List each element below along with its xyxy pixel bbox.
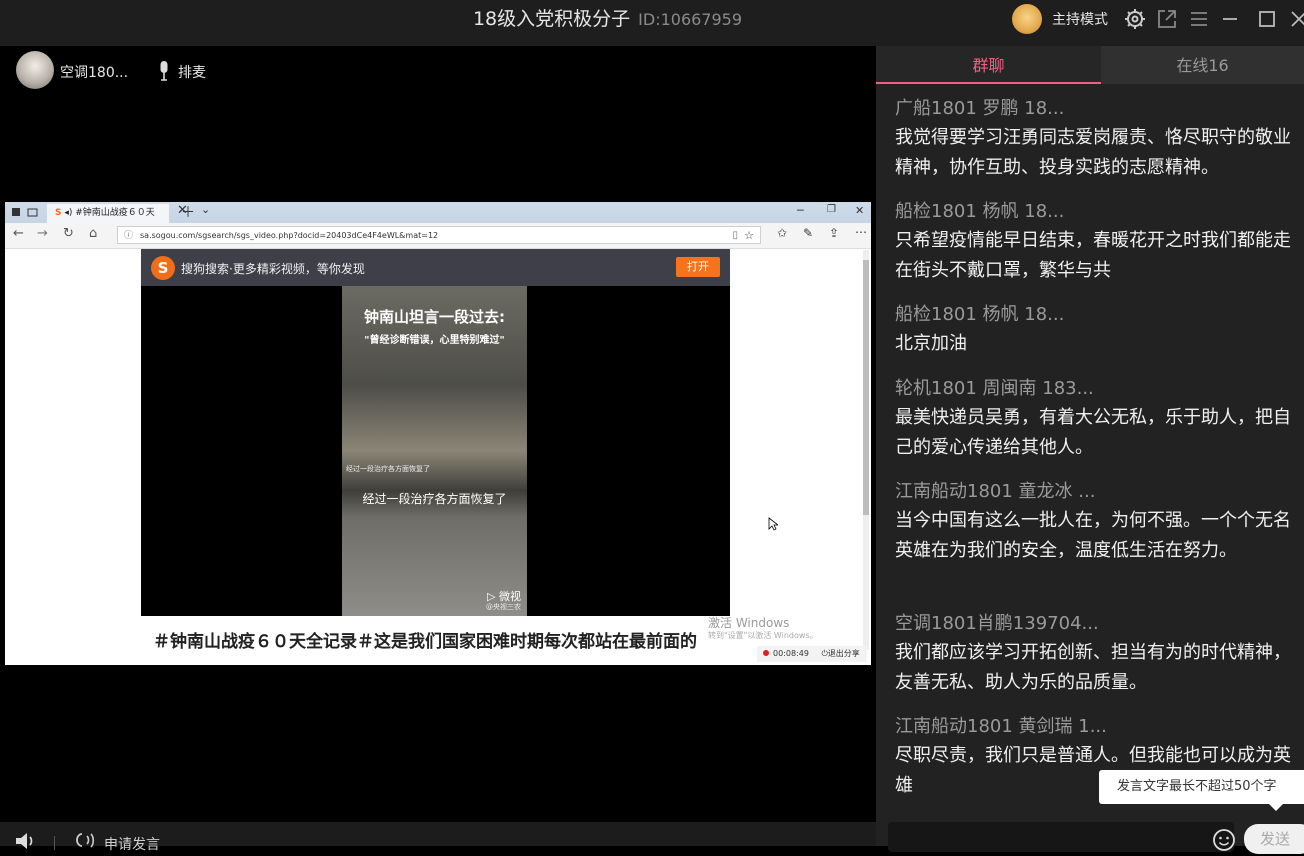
chat-sender: 船检1801 杨帆 18... — [895, 201, 1065, 222]
sogou-tab-icon: S — [55, 208, 62, 218]
chat-sender: 江南船动1801 童龙冰 ... — [895, 481, 1096, 502]
message-length-tooltip: 发言文字最长不超过50个字 — [1099, 770, 1304, 811]
sogou-banner-text: 搜狗搜索·更多精彩视频，等你发现 — [181, 262, 365, 276]
chat-sender: 广船1801 罗鹏 18... — [895, 98, 1065, 119]
send-button[interactable]: 发送 — [1244, 824, 1304, 854]
apply-speak-button[interactable]: 申请发言 — [104, 834, 160, 854]
sogou-logo-icon: S — [151, 256, 175, 280]
article-title[interactable]: ＃钟南山战疫６０天全记录＃这是我们国家困难时期每次都站在最前面的 — [153, 629, 723, 655]
close-icon[interactable] — [1286, 6, 1304, 32]
audio-icon: ◂) — [64, 208, 73, 218]
chat-text: 我觉得要学习汪勇同志爱岗履责、恪尽职守的敬业精神，协作互助、投身实践的志愿精神。 — [895, 127, 1291, 178]
chat-message: 船检1801 杨帆 18... 只希望疫情能早日结束，春暖花开之时我们都能走在街… — [895, 199, 1299, 286]
home-icon[interactable]: ⌂ — [89, 226, 97, 241]
window-minimize-icon[interactable]: ─ — [797, 204, 804, 217]
chat-input[interactable] — [888, 822, 1234, 852]
host-avatar[interactable] — [1012, 4, 1042, 34]
menu-icon[interactable] — [1186, 6, 1212, 32]
emoji-icon[interactable] — [1212, 828, 1236, 852]
host-mode-label[interactable]: 主持模式 — [1052, 9, 1108, 29]
chat-message: 空调1801肖鹏139704... 我们都应该学习开拓创新、担当有为的时代精神，… — [895, 611, 1299, 698]
gear-icon[interactable] — [1122, 6, 1148, 32]
apply-speak-icon[interactable] — [74, 832, 98, 850]
room-id: ID:10667959 — [638, 10, 743, 29]
tab-online[interactable]: 在线16 — [1101, 46, 1304, 84]
room-name: 18级入党积极分子 — [472, 8, 631, 30]
browser-toolbar: ← → ↻ ⌂ ⓘ sa.sogou.com/sgsearch/sgs_vide… — [5, 223, 871, 249]
url-text: sa.sogou.com/sgsearch/sgs_video.php?doci… — [140, 231, 439, 240]
sogou-banner: S 搜狗搜索·更多精彩视频，等你发现 打开 — [141, 249, 730, 286]
shared-screen: S ◂) #钟南山战疫６０天 ✕ ＋ ⌄ ─ ❐ ✕ ← → ↻ ⌂ ⓘ sa.… — [5, 202, 871, 665]
window-close-icon[interactable]: ✕ — [855, 204, 864, 217]
reading-view-icon[interactable]: ▯ — [732, 227, 738, 245]
chat-message: 广船1801 罗鹏 18... 我觉得要学习汪勇同志爱岗履责、恪尽职守的敬业精神… — [895, 96, 1299, 183]
video-subtitle: "曾经诊断错误，心里特别难过" — [364, 335, 505, 346]
exit-share-label: 退出分享 — [827, 649, 860, 658]
activate-windows-subtext: 转到"设置"以激活 Windows。 — [708, 631, 818, 640]
new-tab-icon[interactable]: ＋ — [181, 202, 195, 222]
video-watermark-sub: @央视三农 — [486, 603, 521, 611]
speaker-avatar[interactable] — [16, 51, 54, 89]
volume-icon[interactable] — [14, 832, 38, 850]
forward-icon[interactable]: → — [37, 226, 48, 241]
chat-message-list[interactable]: 广船1801 罗鹏 18... 我觉得要学习汪勇同志爱岗履责、恪尽职守的敬业精神… — [876, 84, 1304, 824]
recording-dot-icon — [763, 650, 769, 656]
video-caption: 经过一段治疗各方面恢复了 — [362, 492, 507, 506]
chat-text: 当今中国有这么一批人在，为何不强。一个个无名英雄在为我们的安全，温度低生活在努力… — [895, 510, 1291, 561]
chat-text: 北京加油 — [895, 333, 967, 354]
title-bar: 18级入党积极分子 ID:10667959 主持模式 — [0, 0, 1304, 46]
popout-icon[interactable] — [1154, 6, 1180, 32]
mouse-cursor-icon — [768, 516, 780, 531]
video-title: 钟南山坦言一段过去: — [364, 308, 505, 326]
share-icon[interactable]: ⇪ — [829, 226, 839, 240]
exit-share-button[interactable]: ⏻退出分享 — [821, 649, 859, 658]
mic-icon[interactable] — [156, 60, 172, 82]
maximize-icon[interactable] — [1254, 6, 1280, 32]
speaker-name: 空调180... — [60, 65, 129, 81]
open-app-button[interactable]: 打开 — [676, 257, 720, 277]
browser-tab-strip: S ◂) #钟南山战疫６０天 ✕ ＋ ⌄ ─ ❐ ✕ — [5, 202, 871, 223]
chat-sender: 空调1801肖鹏139704... — [895, 613, 1099, 634]
chat-sender: 江南船动1801 黄剑瑞 1... — [895, 716, 1107, 737]
favorite-star-icon[interactable]: ☆ — [744, 227, 754, 245]
favorites-icon[interactable]: ✩ — [777, 226, 787, 240]
video-small-caption: 经过一段治疗各方面恢复了 — [346, 465, 430, 473]
back-icon[interactable]: ← — [13, 226, 24, 241]
page-scrollbar[interactable] — [863, 250, 869, 650]
chat-message: 船检1801 杨帆 18... 北京加油 — [895, 302, 1299, 359]
chat-text: 最美快递员吴勇，有着大公无私，乐于助人，把自己的爱心传递给其他人。 — [895, 407, 1291, 458]
refresh-icon[interactable]: ↻ — [63, 226, 74, 241]
info-icon: ⓘ — [124, 231, 134, 241]
queue-label[interactable]: 排麦 — [178, 62, 206, 82]
chat-text: 我们都应该学习开拓创新、担当有为的时代精神，友善无私、助人为乐的品质量。 — [895, 642, 1291, 693]
video-frame: 钟南山坦言一段过去: "曾经诊断错误，心里特别难过" 经过一段治疗各方面恢复了 … — [342, 286, 527, 616]
minimize-icon[interactable] — [1217, 6, 1243, 32]
browser-tab[interactable]: S ◂) #钟南山战疫６０天 — [47, 204, 169, 223]
tab-group-chat[interactable]: 群聊 — [876, 46, 1101, 84]
chat-message: 江南船动1801 童龙冰 ... 当今中国有这么一批人在，为何不强。一个个无名英… — [895, 479, 1299, 566]
chevron-down-icon[interactable]: ⌄ — [201, 203, 210, 216]
record-time: 00:08:49 — [773, 649, 809, 658]
chat-text: 只希望疫情能早日结束，春暖花开之时我们都能走在街头不戴口罩，繁华与共 — [895, 230, 1291, 281]
address-bar[interactable]: ⓘ sa.sogou.com/sgsearch/sgs_video.php?do… — [117, 226, 761, 244]
chat-message: 轮机1801 周闽南 183... 最美快递员吴勇，有着大公无私，乐于助人，把自… — [895, 376, 1299, 463]
activate-windows-text: 激活 Windows — [708, 616, 790, 630]
recording-bar: 00:08:49 ⏻退出分享 — [757, 646, 867, 662]
chat-sender: 船检1801 杨帆 18... — [895, 304, 1065, 325]
bottom-divider — [54, 836, 55, 850]
tab-actions-icon[interactable] — [11, 207, 39, 218]
notes-icon[interactable]: ✎ — [803, 226, 813, 240]
more-icon[interactable]: ⋯ — [855, 225, 867, 239]
browser-tab-title: #钟南山战疫６０天 — [75, 208, 155, 218]
window-restore-icon[interactable]: ❐ — [827, 204, 836, 215]
chat-sender: 轮机1801 周闽南 183... — [895, 378, 1094, 399]
chat-panel: 群聊 在线16 广船1801 罗鹏 18... 我觉得要学习汪勇同志爱岗履责、恪… — [876, 46, 1304, 846]
video-player[interactable]: 钟南山坦言一段过去: "曾经诊断错误，心里特别难过" 经过一段治疗各方面恢复了 … — [141, 286, 730, 616]
